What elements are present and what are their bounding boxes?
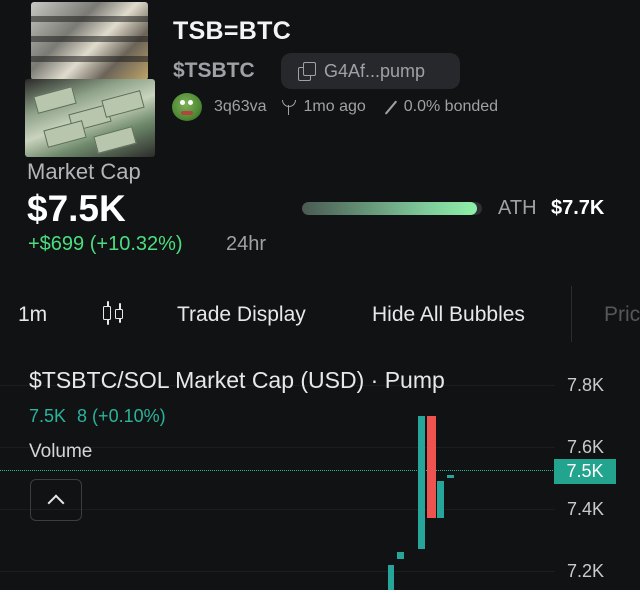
trade-display-button[interactable]: Trade Display bbox=[177, 303, 306, 327]
bonded-percent: 0.0% bonded bbox=[403, 98, 499, 115]
chart-toolbar: 1m Trade Display Hide All Bubbles Pric bbox=[0, 286, 640, 342]
price-axis-tick: 7.2K bbox=[567, 561, 605, 581]
bonding-curve-icon bbox=[384, 100, 398, 114]
ath-label: ATH bbox=[498, 197, 537, 219]
interval-selector[interactable]: 1m bbox=[18, 303, 47, 327]
token-image-top bbox=[31, 2, 148, 80]
hide-bubbles-button[interactable]: Hide All Bubbles bbox=[372, 303, 525, 327]
token-age: 1mo ago bbox=[303, 98, 366, 115]
token-address: G4Af...pump bbox=[324, 60, 426, 81]
price-axis-tick: 7.4K bbox=[567, 499, 605, 519]
copy-icon bbox=[298, 62, 316, 81]
volume-label: Volume bbox=[29, 441, 93, 462]
collapse-indicators-button[interactable] bbox=[30, 479, 82, 521]
candle bbox=[447, 474, 454, 478]
price-axis-tick: 7.6K bbox=[567, 437, 605, 457]
creator-row: 3q63va 1mo ago 0.0% bonded bbox=[172, 92, 498, 122]
ath-progress-fill bbox=[302, 202, 477, 215]
candle bbox=[388, 564, 394, 590]
ath-progress-bar bbox=[302, 202, 482, 215]
grid-line bbox=[0, 571, 555, 572]
current-price-line bbox=[0, 470, 553, 471]
creator-avatar[interactable] bbox=[172, 93, 202, 121]
market-cap-label: Market Cap bbox=[27, 159, 141, 184]
chevron-up-icon bbox=[47, 494, 65, 512]
candle bbox=[397, 552, 404, 559]
token-name: TSB=BTC bbox=[173, 17, 292, 45]
toolbar-divider bbox=[571, 286, 572, 342]
market-cap-period: 24hr bbox=[226, 233, 267, 255]
token-ticker: $TSBTC bbox=[173, 59, 255, 82]
price-toggle-partial[interactable]: Pric bbox=[604, 303, 640, 327]
market-cap-change: +$699 (+10.32%) bbox=[28, 233, 183, 255]
chart-title: $TSBTC/SOL Market Cap (USD) · Pump bbox=[29, 367, 445, 393]
candle bbox=[418, 416, 425, 550]
ohlc-readout: 7.5K 8 (+0.10%) bbox=[29, 406, 166, 427]
copy-address-button[interactable]: G4Af...pump bbox=[281, 53, 460, 89]
grid-line bbox=[0, 509, 555, 510]
ohlc-change: 8 (+0.10%) bbox=[77, 406, 166, 426]
price-chart[interactable]: $TSBTC/SOL Market Cap (USD) · Pump 7.5K … bbox=[0, 355, 640, 590]
candle bbox=[437, 481, 444, 519]
candle bbox=[427, 416, 436, 519]
candlestick-icon[interactable] bbox=[102, 299, 126, 327]
market-cap-value: $7.5K bbox=[27, 188, 126, 229]
ohlc-value: 7.5K bbox=[29, 406, 67, 426]
ath-value: $7.7K bbox=[551, 197, 605, 219]
creator-name[interactable]: 3q63va bbox=[214, 98, 267, 116]
sprout-icon bbox=[281, 99, 296, 115]
current-price-tag: 7.5K bbox=[554, 459, 616, 484]
token-image-bottom bbox=[25, 79, 155, 157]
price-axis-tick: 7.8K bbox=[567, 375, 605, 395]
